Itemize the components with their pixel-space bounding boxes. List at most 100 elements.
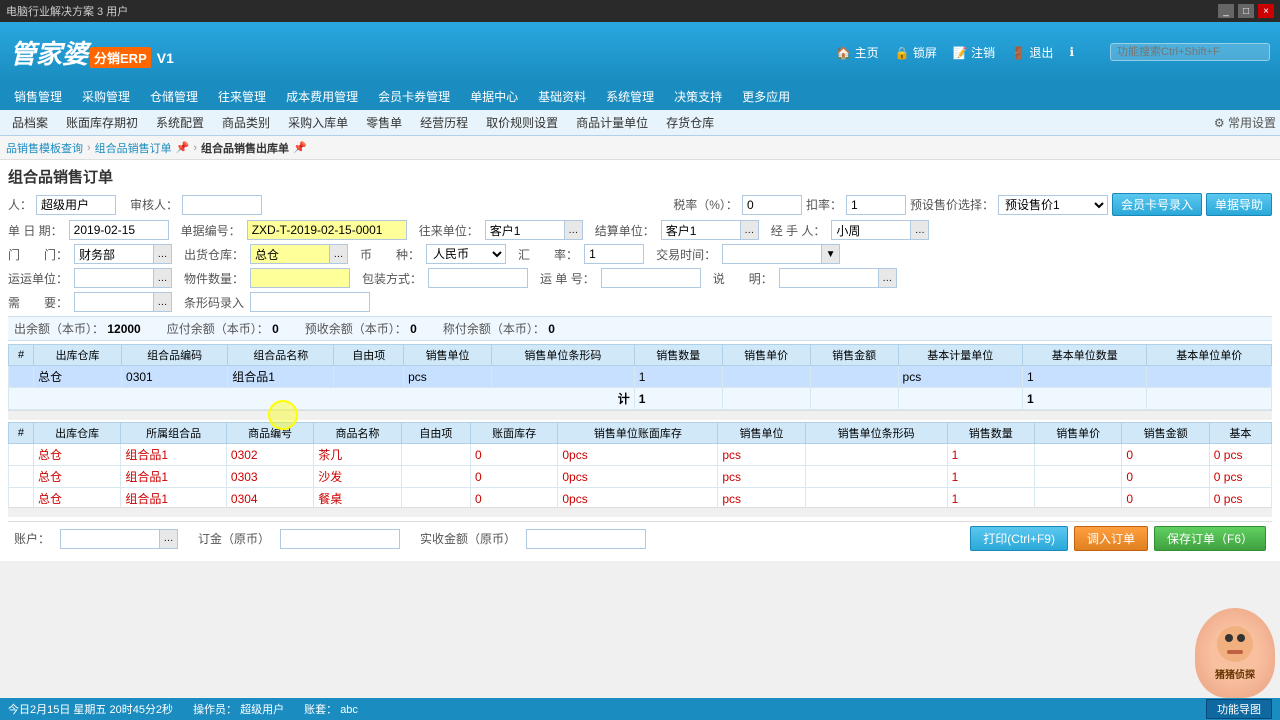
status-right-btn[interactable]: 功能导图	[1206, 699, 1272, 719]
function-search-input[interactable]	[1110, 43, 1270, 61]
nav-voucher[interactable]: 单据中心	[460, 82, 528, 110]
settlunit-field: …	[661, 220, 759, 240]
price-select[interactable]: 预设售价1	[998, 195, 1108, 215]
sub-history[interactable]: 经营历程	[412, 111, 476, 135]
sub-account-init[interactable]: 账面库存期初	[58, 111, 146, 135]
exchrate-input[interactable]	[584, 244, 644, 264]
account-btn[interactable]: …	[160, 529, 178, 549]
handler-input[interactable]	[831, 220, 911, 240]
table-row[interactable]: 总仓 组合品1 0302 茶几 0 0pcs pcs 1 0 0 pcs	[9, 444, 1272, 466]
breadcrumb-pin-3[interactable]: 📌	[293, 141, 307, 154]
packmethod-input[interactable]	[428, 268, 528, 288]
sub-measure[interactable]: 商品计量单位	[568, 111, 656, 135]
breadcrumb-pin-2[interactable]: 📌	[176, 141, 190, 154]
table1-scrollbar[interactable]	[8, 410, 1272, 420]
tradetime-field: ▼	[722, 244, 840, 264]
status-operator: 操作员： 超级用户	[193, 701, 284, 717]
nav-contacts[interactable]: 往来管理	[208, 82, 276, 110]
remark-label: 说 明：	[713, 270, 773, 287]
assist-btn[interactable]: 单据导助	[1206, 193, 1272, 216]
nav-basic[interactable]: 基础资料	[528, 82, 596, 110]
account-input[interactable]	[60, 529, 160, 549]
maximize-btn[interactable]: □	[1238, 4, 1254, 18]
dept-input[interactable]	[74, 244, 154, 264]
partcount-input[interactable]	[250, 268, 350, 288]
total-amount	[810, 388, 898, 410]
col-combo-name: 组合品名称	[228, 345, 334, 366]
nav-cost[interactable]: 成本费用管理	[276, 82, 368, 110]
col2-qty: 销售数量	[947, 423, 1034, 444]
nav-system[interactable]: 系统管理	[596, 82, 664, 110]
warehouse-btn[interactable]: …	[330, 244, 348, 264]
help-btn[interactable]: ℹ	[1069, 45, 1074, 59]
logout-btn[interactable]: 📝 注销	[953, 44, 995, 61]
sub-inventory[interactable]: 存货仓库	[658, 111, 722, 135]
tounit-input[interactable]	[485, 220, 565, 240]
breadcrumb-item-1[interactable]: 品销售模板查询	[6, 140, 83, 156]
col-base-unit: 基本计量单位	[898, 345, 1022, 366]
tax-input[interactable]	[742, 195, 802, 215]
print-btn[interactable]: 打印(Ctrl+F9)	[970, 526, 1068, 551]
table-row[interactable]: 总仓 组合品1 0303 沙发 0 0pcs pcs 1 0 0 pcs	[9, 466, 1272, 488]
approver-input[interactable]	[182, 195, 262, 215]
docno-input[interactable]	[247, 220, 407, 240]
notes-btn[interactable]: …	[154, 292, 172, 312]
barcode-input[interactable]	[250, 292, 370, 312]
sub-product-cat[interactable]: 商品类别	[214, 111, 278, 135]
nav-sales[interactable]: 销售管理	[4, 82, 72, 110]
tounit-btn[interactable]: …	[565, 220, 583, 240]
table-row[interactable]: 总仓 0301 组合品1 pcs 1 pcs 1	[9, 366, 1272, 388]
cell2-qty: 1	[947, 466, 1034, 488]
date-input[interactable]	[69, 220, 169, 240]
actual-input[interactable]	[526, 529, 646, 549]
close-btn[interactable]: ×	[1258, 4, 1274, 18]
nav-decision[interactable]: 决策支持	[664, 82, 732, 110]
home-btn[interactable]: 🏠 主页	[836, 44, 878, 61]
member-card-btn[interactable]: 会员卡号录入	[1112, 193, 1202, 216]
table2-scrollbar[interactable]	[8, 507, 1272, 517]
save-btn[interactable]: 保存订单（F6）	[1154, 526, 1266, 551]
total-qty: 1	[634, 388, 722, 410]
sub-product-file[interactable]: 品档案	[4, 111, 56, 135]
person-input[interactable]	[36, 195, 116, 215]
order-input[interactable]	[280, 529, 400, 549]
shipno-input[interactable]	[601, 268, 701, 288]
col2-unit-stock: 销售单位账面库存	[558, 423, 718, 444]
sub-price-rule[interactable]: 取价规则设置	[478, 111, 566, 135]
shipunit-input[interactable]	[74, 268, 154, 288]
remark-btn[interactable]: …	[879, 268, 897, 288]
tradetime-input[interactable]	[722, 244, 822, 264]
nav-more[interactable]: 更多应用	[732, 82, 800, 110]
nav-member[interactable]: 会员卡券管理	[368, 82, 460, 110]
cell2-code: 0302	[226, 444, 313, 466]
cell2-name: 餐桌	[314, 488, 401, 508]
tradetime-btn[interactable]: ▼	[822, 244, 840, 264]
minimize-btn[interactable]: _	[1218, 4, 1234, 18]
remark-input[interactable]	[779, 268, 879, 288]
sub-purchase-in[interactable]: 采购入库单	[280, 111, 356, 135]
notes-input[interactable]	[74, 292, 154, 312]
sub-retail[interactable]: 零售单	[358, 111, 410, 135]
discount-input[interactable]	[846, 195, 906, 215]
lock-btn[interactable]: 🔒 锁屏	[895, 44, 937, 61]
exit-btn[interactable]: 🚪 退出	[1011, 44, 1053, 61]
shipunit-btn[interactable]: …	[154, 268, 172, 288]
nav-warehouse[interactable]: 仓储管理	[140, 82, 208, 110]
function-map-btn[interactable]: 功能导图	[1206, 699, 1272, 719]
settings-btn[interactable]: ⚙ 常用设置	[1214, 114, 1276, 131]
table-row[interactable]: 总仓 组合品1 0304 餐桌 0 0pcs pcs 1 0 0 pcs	[9, 488, 1272, 508]
nav-purchase[interactable]: 采购管理	[72, 82, 140, 110]
sub-sys-config[interactable]: 系统配置	[148, 111, 212, 135]
form-row-1: 人： 审核人： 税率（%）： 扣率： 预设售价选择： 预设售价1 会员卡号录入 …	[8, 193, 1272, 216]
handler-btn[interactable]: …	[911, 220, 929, 240]
import-btn[interactable]: 调入订单	[1074, 526, 1148, 551]
dept-btn[interactable]: …	[154, 244, 172, 264]
window-controls[interactable]: _ □ ×	[1218, 4, 1274, 18]
settlunit-input[interactable]	[661, 220, 741, 240]
prepayrecv-value: 0	[410, 322, 417, 336]
warehouse-input[interactable]	[250, 244, 330, 264]
currency-select[interactable]: 人民币	[426, 244, 506, 264]
breadcrumb-item-2[interactable]: 组合品销售订单	[95, 140, 172, 156]
col2-warehouse: 出库仓库	[33, 423, 120, 444]
settlunit-btn[interactable]: …	[741, 220, 759, 240]
